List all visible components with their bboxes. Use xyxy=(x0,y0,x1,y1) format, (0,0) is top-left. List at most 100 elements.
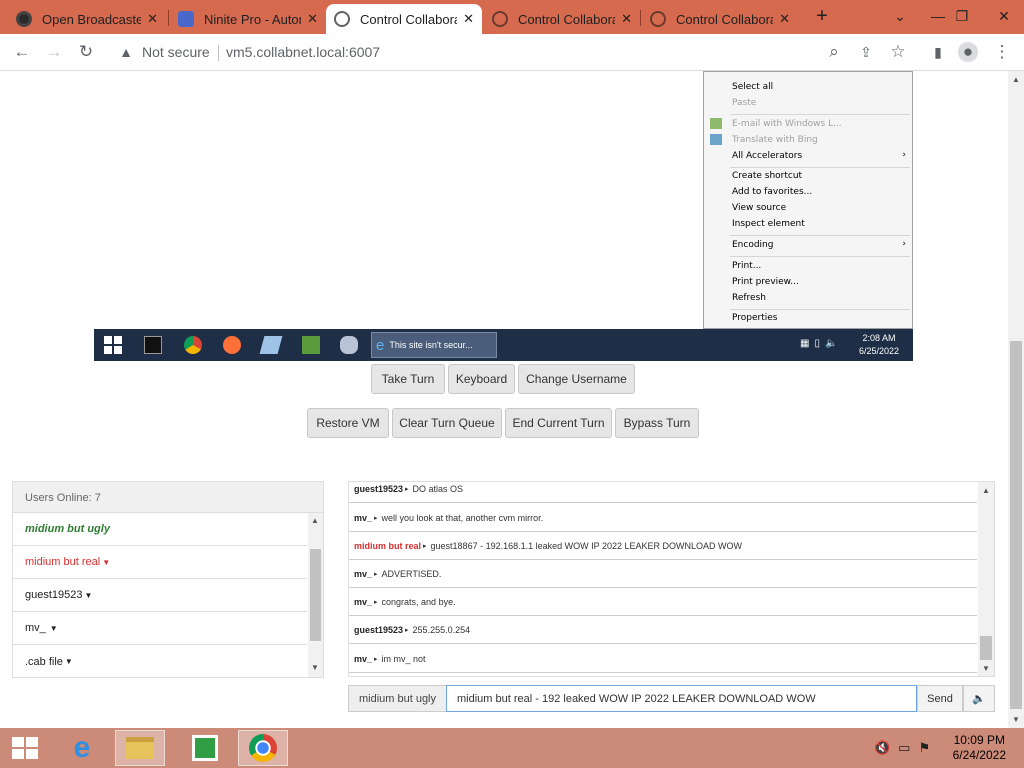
system-tray-icons[interactable]: ▦▯🔈 xyxy=(800,338,842,349)
bookmark-star-icon[interactable]: ☆ xyxy=(888,42,908,62)
app-icon[interactable] xyxy=(340,336,358,354)
dropdown-caret-icon[interactable]: ▼ xyxy=(102,558,110,567)
menu-item-add-to-favorites[interactable]: Add to favorites... xyxy=(732,187,812,197)
chat-panel: guest19523 ▸ DO atlas OS mv_ ▸ well you look… xyxy=(348,481,995,677)
menu-item-create-shortcut[interactable]: Create shortcut xyxy=(732,171,802,181)
page-scroll-thumb[interactable] xyxy=(1010,341,1022,709)
close-icon[interactable]: ✕ xyxy=(147,11,158,27)
tab-title: Control Collabora xyxy=(360,11,458,27)
share-icon[interactable]: ⇪ xyxy=(856,42,876,62)
menu-item-email-windows-live[interactable]: E-mail with Windows L... xyxy=(732,119,842,129)
back-icon[interactable]: ← xyxy=(12,42,32,62)
scroll-up-icon[interactable]: ▲ xyxy=(982,486,990,495)
chat-message-input[interactable]: midium but real - 192 leaked WOW IP 2022… xyxy=(446,685,917,712)
menu-item-translate-bing[interactable]: Translate with Bing xyxy=(732,135,818,145)
side-panel-icon[interactable]: ▮ xyxy=(928,42,948,62)
chrome-icon[interactable] xyxy=(184,336,202,354)
speaker-icon[interactable]: 🔈 xyxy=(963,685,995,712)
user-name: midium but ugly xyxy=(25,523,110,535)
terminal-icon[interactable] xyxy=(144,336,162,354)
users-online-panel: Users Online: 7 midium but ugly midium b… xyxy=(12,481,324,678)
menu-kebab-icon[interactable]: ⋮ xyxy=(992,42,1012,62)
user-row[interactable]: .cab file ▼ xyxy=(13,645,307,678)
clear-turn-queue-button[interactable]: Clear Turn Queue xyxy=(392,408,502,438)
file-explorer-icon[interactable] xyxy=(115,730,165,766)
chat-message: mv_ ▸ congrats, and bye. xyxy=(349,588,977,616)
vm-clock[interactable]: 2:08 AM 6/25/2022 xyxy=(859,332,899,358)
take-turn-button[interactable]: Take Turn xyxy=(371,364,445,394)
zoom-icon[interactable]: ⌕ xyxy=(824,42,844,62)
user-row[interactable]: guest19523 ▼ xyxy=(13,579,307,612)
scroll-down-icon[interactable]: ▼ xyxy=(311,663,319,672)
chat-text: congrats, and bye. xyxy=(381,596,456,607)
windows-start-icon[interactable] xyxy=(104,336,122,354)
warning-icon[interactable]: ▲ xyxy=(116,42,136,62)
dropdown-caret-icon[interactable]: ▼ xyxy=(65,657,73,666)
tab-control-collabora-2[interactable]: Control Collabora ✕ xyxy=(484,4,640,34)
address-bar[interactable]: vm5.collabnet.local:6007 xyxy=(226,44,380,60)
chat-message: mv_ ▸ ADVERTISED. xyxy=(349,560,977,588)
scroll-up-icon[interactable]: ▲ xyxy=(1012,75,1020,84)
menu-item-paste[interactable]: Paste xyxy=(732,98,756,108)
windows-start-icon[interactable] xyxy=(0,730,50,766)
tab-control-collabora-3[interactable]: Control Collabora ✕ xyxy=(642,4,798,34)
menu-item-print-preview[interactable]: Print preview... xyxy=(732,277,799,287)
menu-item-encoding[interactable]: Encoding xyxy=(732,240,773,250)
dropdown-caret-icon[interactable]: ▼ xyxy=(50,624,58,633)
restore-button[interactable]: ❐ xyxy=(942,2,982,30)
dropdown-caret-icon[interactable]: ▼ xyxy=(85,591,93,600)
restore-vm-button[interactable]: Restore VM xyxy=(307,408,389,438)
menu-item-all-accelerators[interactable]: All Accelerators xyxy=(732,151,802,161)
internet-explorer-icon[interactable]: e xyxy=(57,730,107,766)
menu-item-inspect-element[interactable]: Inspect element xyxy=(732,219,805,229)
spreadsheet-icon[interactable] xyxy=(302,336,320,354)
menu-item-properties[interactable]: Properties xyxy=(732,313,777,323)
system-tray-icons[interactable]: 🔇▭⚑ xyxy=(874,740,938,756)
profile-avatar[interactable]: ● xyxy=(958,42,978,62)
chat-message: mv_ ▸ im mv_ not xyxy=(349,645,977,673)
menu-item-view-source[interactable]: View source xyxy=(732,203,786,213)
tab-search-icon[interactable]: ⌄ xyxy=(880,2,920,30)
tab-ninite[interactable]: Ninite Pro - Autom ✕ xyxy=(170,4,326,34)
close-icon[interactable]: ✕ xyxy=(621,11,632,27)
change-username-button[interactable]: Change Username xyxy=(518,364,635,394)
scroll-down-icon[interactable]: ▼ xyxy=(982,664,990,673)
chat-text: DO atlas OS xyxy=(412,483,464,494)
menu-item-print[interactable]: Print... xyxy=(732,261,761,271)
users-scrollbar[interactable]: ▲ ▼ xyxy=(308,513,323,677)
user-row[interactable]: midium but real ▼ xyxy=(13,546,307,579)
store-icon[interactable] xyxy=(180,730,230,766)
windows-live-icon xyxy=(710,118,722,129)
users-scroll-thumb[interactable] xyxy=(310,549,321,641)
menu-item-refresh[interactable]: Refresh xyxy=(732,293,766,303)
chat-scrollbar[interactable]: ▲ ▼ xyxy=(978,482,994,676)
tab-obs[interactable]: Open Broadcaster ✕ xyxy=(8,4,166,34)
keyboard-button[interactable]: Keyboard xyxy=(448,364,515,394)
chat-username-label[interactable]: midium but ugly xyxy=(348,685,447,712)
scroll-down-icon[interactable]: ▼ xyxy=(1012,715,1020,724)
scroll-up-icon[interactable]: ▲ xyxy=(311,516,319,525)
vm-taskbar-ie-task[interactable]: e This site isn't secur... xyxy=(371,332,497,358)
menu-item-select-all[interactable]: Select all xyxy=(732,82,773,92)
new-tab-button[interactable]: + xyxy=(812,6,832,26)
end-current-turn-button[interactable]: End Current Turn xyxy=(505,408,612,438)
close-window-button[interactable]: ✕ xyxy=(984,2,1024,30)
user-row[interactable]: mv_ ▼ xyxy=(13,612,307,645)
chrome-icon[interactable] xyxy=(238,730,288,766)
user-row[interactable]: midium but ugly xyxy=(13,513,307,546)
tab-title: Control Collabora xyxy=(676,11,774,27)
forward-icon[interactable]: → xyxy=(44,42,64,62)
send-button[interactable]: Send xyxy=(917,685,963,712)
close-icon[interactable]: ✕ xyxy=(463,11,474,27)
chat-scroll-thumb[interactable] xyxy=(980,636,992,660)
tab-control-collabora-active[interactable]: Control Collabora ✕ xyxy=(326,4,482,34)
close-icon[interactable]: ✕ xyxy=(779,11,790,27)
firefox-icon[interactable] xyxy=(223,336,241,354)
app-icon[interactable] xyxy=(259,336,283,354)
bypass-turn-button[interactable]: Bypass Turn xyxy=(615,408,699,438)
close-icon[interactable]: ✕ xyxy=(307,11,318,27)
host-clock[interactable]: 10:09 PM 6/24/2022 xyxy=(953,733,1006,763)
page-scrollbar[interactable]: ▲ ▼ xyxy=(1008,71,1024,728)
security-label[interactable]: Not secure xyxy=(142,44,210,60)
reload-icon[interactable]: ↻ xyxy=(76,42,96,62)
